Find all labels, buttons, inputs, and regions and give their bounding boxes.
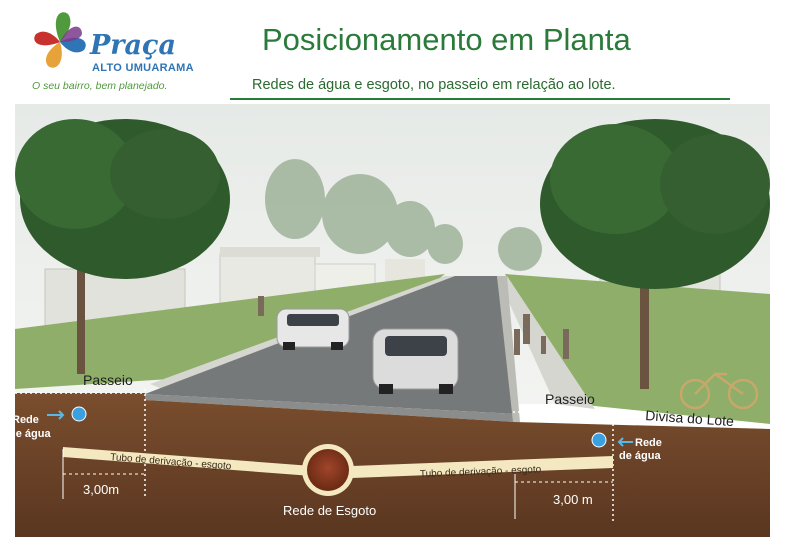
title-divider bbox=[230, 98, 730, 100]
rede-esgoto-label: Rede de Esgoto bbox=[283, 503, 376, 518]
page-subtitle: Redes de água e esgoto, no passeio em re… bbox=[252, 77, 616, 93]
rede-agua-left-line2: de água bbox=[15, 428, 51, 440]
sewer-main bbox=[307, 449, 349, 491]
dim-right-label: 3,00 m bbox=[553, 492, 593, 507]
rede-agua-right-line2: de água bbox=[619, 450, 661, 462]
rede-agua-right-line1: Rede bbox=[635, 437, 662, 449]
praca-logo[interactable]: Praça ALTO UMUARAMA O seu bairro, bem pl… bbox=[30, 8, 210, 98]
page-title: Posicionamento em Planta bbox=[262, 22, 631, 57]
car-suv bbox=[276, 308, 350, 350]
rede-agua-left-line1: Rede bbox=[15, 414, 39, 426]
street-section-diagram: Passeio Passeio Divisa do Lote Rede de á… bbox=[15, 104, 770, 537]
car-sedan bbox=[372, 328, 459, 394]
dim-left-label: 3,00m bbox=[83, 482, 119, 497]
water-main-right bbox=[591, 432, 607, 448]
header: Praça ALTO UMUARAMA O seu bairro, bem pl… bbox=[0, 0, 787, 104]
passeio-right-label: Passeio bbox=[545, 391, 595, 407]
petal-logo-icon bbox=[34, 12, 86, 68]
logo-wordmark: Praça bbox=[90, 30, 176, 61]
water-main-left bbox=[71, 406, 87, 422]
logo-subname: ALTO UMUARAMA bbox=[92, 62, 194, 74]
logo-tagline: O seu bairro, bem planejado. bbox=[32, 80, 168, 92]
passeio-left-label: Passeio bbox=[83, 372, 133, 388]
